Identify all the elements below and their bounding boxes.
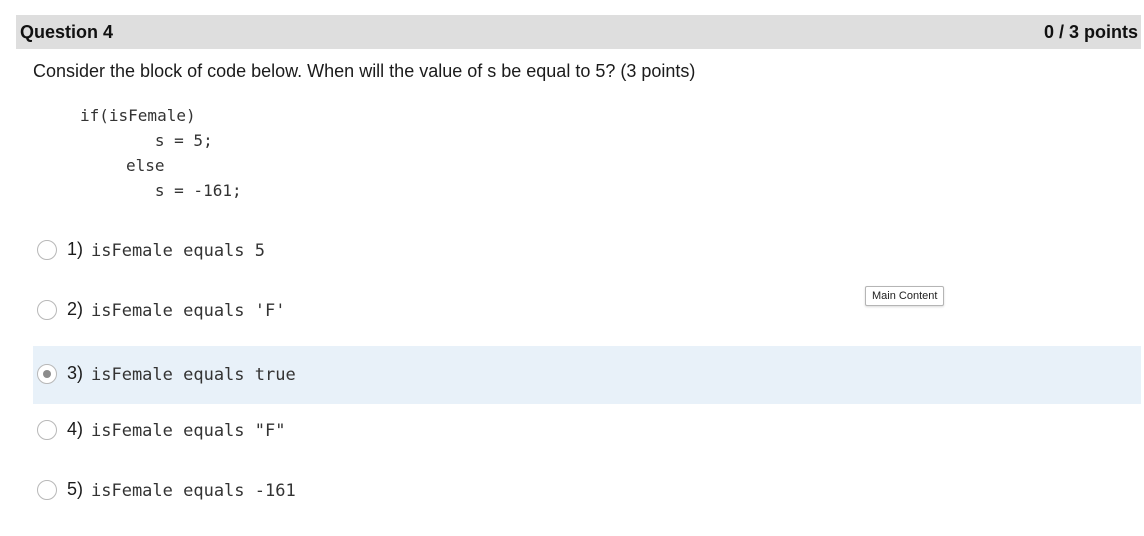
main-content-tooltip: Main Content xyxy=(865,286,945,306)
option-number: 1) xyxy=(67,239,84,259)
option-number: 3) xyxy=(67,363,84,383)
answer-option-1[interactable]: 1) isFemale equals 5 xyxy=(33,222,1141,280)
option-number: 5) xyxy=(67,479,84,499)
radio-button[interactable] xyxy=(37,480,57,500)
option-text: isFemale equals true xyxy=(91,365,296,385)
answer-option-2[interactable]: 2) isFemale equals 'F' xyxy=(33,282,1141,340)
option-text: isFemale equals "F" xyxy=(91,421,286,441)
radio-button[interactable] xyxy=(37,300,57,320)
code-line: if(isFemale) xyxy=(80,106,196,125)
code-line: else xyxy=(126,156,165,175)
option-text: isFemale equals -161 xyxy=(91,481,296,501)
radio-button[interactable] xyxy=(37,240,57,260)
question-points: 0 / 3 points xyxy=(1043,22,1138,42)
answer-option-4[interactable]: 4) isFemale equals "F" xyxy=(33,402,1141,460)
code-line: s = -161; xyxy=(126,181,242,200)
radio-button[interactable] xyxy=(37,420,57,440)
question-header: Question 4 0 / 3 points xyxy=(16,15,1141,49)
radio-button-selected[interactable] xyxy=(37,364,57,384)
question-title: Question 4 xyxy=(20,22,114,42)
option-text: isFemale equals 'F' xyxy=(91,301,286,321)
question-prompt: Consider the block of code below. When w… xyxy=(33,61,696,81)
option-text: isFemale equals 5 xyxy=(91,241,265,261)
code-line: s = 5; xyxy=(126,131,213,150)
answer-option-3[interactable]: 3) isFemale equals true xyxy=(33,346,1141,404)
radio-dot-icon xyxy=(43,370,51,378)
option-number: 2) xyxy=(67,299,84,319)
code-block: if(isFemale) s = 5; else s = -161; xyxy=(80,103,242,203)
answer-option-5[interactable]: 5) isFemale equals -161 xyxy=(33,462,1141,520)
option-number: 4) xyxy=(67,419,84,439)
